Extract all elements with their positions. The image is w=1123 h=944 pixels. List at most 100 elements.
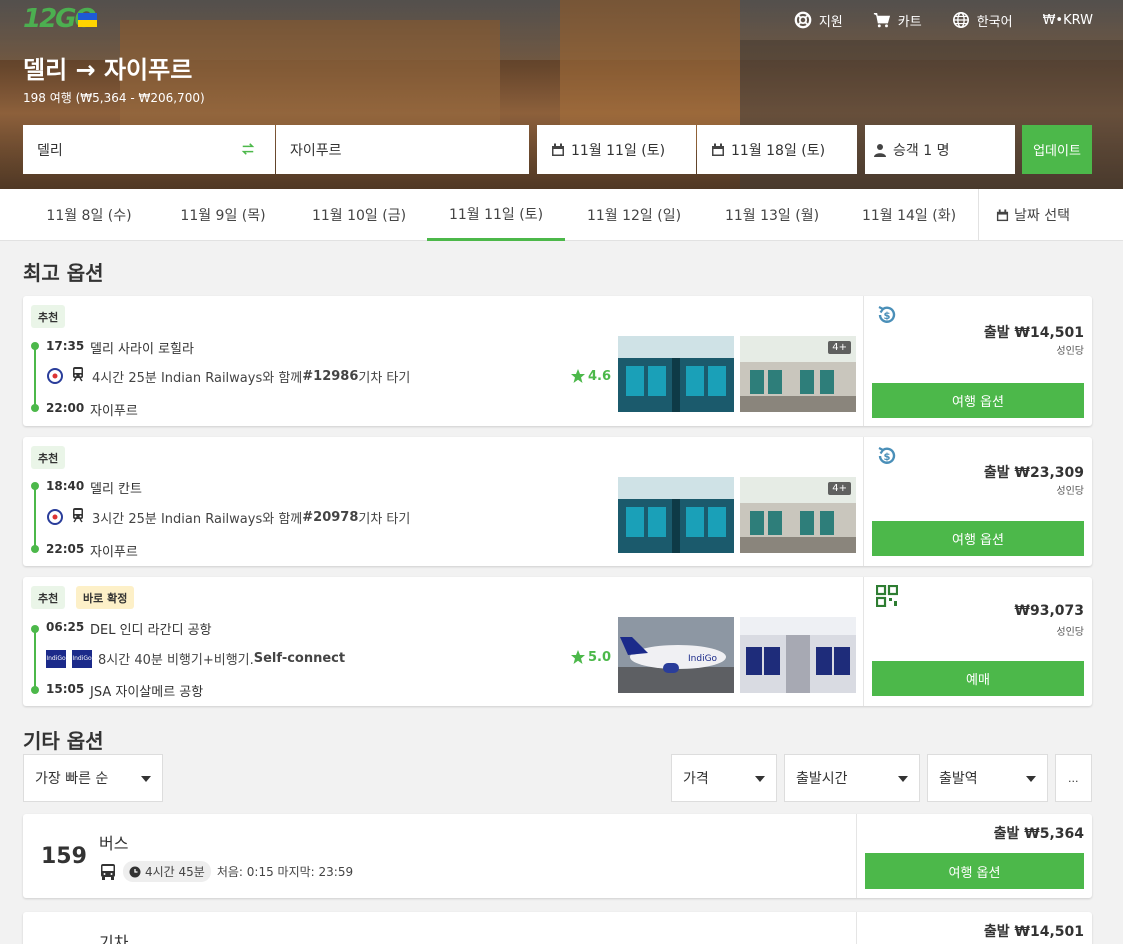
calendar-icon <box>996 208 1009 221</box>
price: 출발 ₩14,501 <box>983 325 1084 341</box>
from-field[interactable]: 델리 <box>23 125 275 174</box>
irctc-logo-icon <box>46 508 64 526</box>
caret-down-icon <box>1026 776 1036 782</box>
indigo-logo-icon: IndiGo <box>72 649 92 668</box>
airplane-photo[interactable]: IndiGo <box>618 617 734 693</box>
segment-info: 3시간 25분 Indian Railways와 함께 #20978 기차 타기 <box>46 507 410 527</box>
globe-icon <box>952 11 969 29</box>
nav-language[interactable]: 한국어 <box>952 10 1013 30</box>
arrival-time: 22:00 <box>46 401 85 415</box>
svg-text:$: $ <box>884 452 891 463</box>
rating: 5.0 <box>570 649 611 665</box>
update-button[interactable]: 업데이트 <box>1022 125 1092 174</box>
train-seats-photo[interactable]: 4+ <box>740 477 856 553</box>
departure-place: 델리 사라이 로힐라 <box>90 342 194 357</box>
trip-options-button[interactable]: 여행 옵션 <box>872 383 1084 418</box>
more-photos-badge: 4+ <box>828 341 851 354</box>
to-field[interactable]: 자이푸르 <box>276 125 529 174</box>
train-seats-photo[interactable]: 4+ <box>740 336 856 412</box>
trip-options-button[interactable]: 여행 옵션 <box>872 521 1084 556</box>
refund-icon: $ <box>878 447 896 464</box>
nav-support[interactable]: 지원 <box>794 10 843 30</box>
indigo-logo-icon: IndiGo <box>46 649 66 668</box>
mode-title: 버스 <box>99 834 129 853</box>
caret-down-icon <box>141 776 151 782</box>
departure-time: 17:35 <box>46 339 85 353</box>
segment-info: 4시간 25분 Indian Railways와 함께 #12986 기차 타기 <box>46 366 410 386</box>
price: 출발 ₩14,501 <box>983 924 1084 940</box>
trip-options-button[interactable]: 여행 옵션 <box>865 853 1084 889</box>
arrival-place: 자이푸르 <box>90 545 138 560</box>
lifebuoy-icon <box>794 11 812 29</box>
arrival-time: 22:05 <box>46 542 85 556</box>
price-per: 성인당 <box>1056 627 1084 638</box>
other-options-heading: 기타 옵션 <box>23 729 104 753</box>
rating: 4.6 <box>570 368 611 384</box>
top-nav: 지원 카트 한국어 ₩•KRW <box>794 10 1093 30</box>
date-tab[interactable]: 11월 12일 (일) <box>565 189 703 241</box>
best-option-card[interactable]: 추천 18:40 델리 칸트 3시간 25분 Indian Railways와 … <box>23 437 1092 566</box>
date-tab[interactable]: 11월 10일 (금) <box>290 189 428 241</box>
departure-place: DEL 인디 라간디 공항 <box>90 623 212 638</box>
train-icon <box>70 507 86 527</box>
best-option-card[interactable]: 추천 17:35 델리 사라이 로힐라 4시간 25분 Indian Railw… <box>23 296 1092 426</box>
passengers-field[interactable]: 승객 1 명 <box>865 125 1015 174</box>
price-filter[interactable]: 가격 <box>671 754 777 802</box>
date-tab[interactable]: 11월 14일 (화) <box>840 189 978 241</box>
swap-icon[interactable] <box>241 142 255 156</box>
sort-select[interactable]: 가장 빠른 순 <box>23 754 163 802</box>
site-logo[interactable]: 12GO <box>23 4 97 36</box>
svg-text:IndiGo: IndiGo <box>688 654 718 664</box>
price: 출발 ₩5,364 <box>993 826 1084 842</box>
more-photos-badge: 4+ <box>828 482 851 495</box>
departure-time: 18:40 <box>46 479 85 493</box>
date-tab-active[interactable]: 11월 11일 (토) <box>427 189 565 241</box>
other-option-card[interactable]: 159 버스 4시간 45분 처음: 0:15 마지막: 23:59 출발 ₩5… <box>23 814 1092 898</box>
route-summary: 198 여행 (₩5,364 - ₩206,700) <box>23 91 205 105</box>
best-options-heading: 최고 옵션 <box>23 261 104 285</box>
date-tabs: 11월 8일 (수) 11월 9일 (목) 11월 10일 (금) 11월 11… <box>0 189 1123 241</box>
star-icon <box>570 650 585 664</box>
more-filters-button[interactable]: ... <box>1055 754 1092 802</box>
best-option-card[interactable]: 추천 바로 확정 06:25 DEL 인디 라간디 공항 IndiGo Indi… <box>23 577 1092 706</box>
return-date-field[interactable]: 11월 18일 (토) <box>697 125 857 174</box>
instant-confirm-badge: 바로 확정 <box>76 586 135 609</box>
page-title: 델리 → 자이푸르 <box>23 56 193 84</box>
qr-ticket-icon <box>876 585 898 607</box>
pick-date-button[interactable]: 날짜 선택 <box>978 189 1123 241</box>
trip-count: 159 <box>41 844 87 869</box>
departure-time: 06:25 <box>46 620 85 634</box>
date-tab[interactable]: 11월 13일 (월) <box>703 189 841 241</box>
arrival-place: 자이푸르 <box>90 404 138 419</box>
bus-icon <box>101 863 115 880</box>
price-per: 성인당 <box>1056 346 1084 357</box>
train-icon <box>70 366 86 386</box>
book-button[interactable]: 예매 <box>872 661 1084 696</box>
ukraine-flag-icon <box>78 13 97 27</box>
depart-time-filter[interactable]: 출발시간 <box>784 754 920 802</box>
arrival-time: 15:05 <box>46 682 85 696</box>
segment-info: IndiGo IndiGo 8시간 40분 비행기+비행기. Self-conn… <box>46 649 346 668</box>
depart-station-filter[interactable]: 출발역 <box>927 754 1048 802</box>
caret-down-icon <box>755 776 765 782</box>
price-per: 성인당 <box>1056 486 1084 497</box>
duration-badge: 4시간 45분 <box>123 861 211 882</box>
depart-date-field[interactable]: 11월 11일 (토) <box>537 125 696 174</box>
first-last-times: 처음: 0:15 마지막: 23:59 <box>216 865 354 879</box>
caret-down-icon <box>898 776 908 782</box>
refund-icon: $ <box>878 306 896 323</box>
date-tab[interactable]: 11월 9일 (목) <box>154 189 292 241</box>
user-icon <box>874 143 886 157</box>
calendar-icon <box>712 143 724 156</box>
nav-cart[interactable]: 카트 <box>873 10 922 30</box>
nav-currency[interactable]: ₩•KRW <box>1043 10 1093 30</box>
train-interior-photo[interactable] <box>618 336 734 412</box>
date-tab[interactable]: 11월 8일 (수) <box>20 189 158 241</box>
cart-icon <box>873 13 890 28</box>
mode-title: 기차 <box>99 933 129 944</box>
other-option-card[interactable]: 기차 출발 ₩14,501 <box>23 912 1092 944</box>
cabin-photo[interactable] <box>740 617 856 693</box>
irctc-logo-icon <box>46 367 64 385</box>
calendar-icon <box>552 143 564 156</box>
train-interior-photo[interactable] <box>618 477 734 553</box>
